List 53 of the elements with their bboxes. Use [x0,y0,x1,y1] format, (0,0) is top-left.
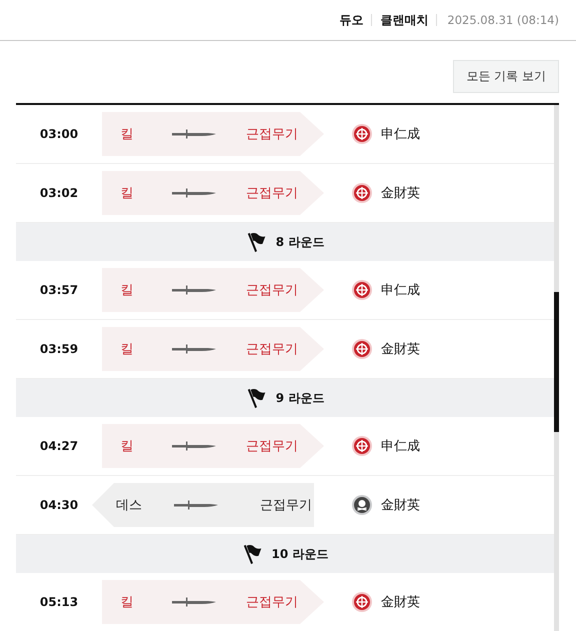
weapon-label: 근접무기 [246,594,298,611]
weapon-label: 근접무기 [246,185,298,202]
crosshair-icon [352,592,372,612]
round-label: 8 라운드 [276,234,324,250]
action-label: 킬 [120,282,134,299]
player-name: 金財英 [381,185,420,202]
event-time: 03:59 [38,342,80,356]
view-all-button[interactable]: 모든 기록 보기 [453,60,559,93]
player-name: 申仁成 [381,126,420,143]
event-time: 03:57 [38,283,80,297]
match-type-label: 클랜매치 [380,12,428,28]
weapon-label: 근접무기 [260,497,312,514]
action-label: 킬 [120,185,134,202]
player-name: 申仁成 [381,282,420,299]
action-label: 데스 [115,497,143,514]
crosshair-icon [352,339,372,359]
action-label: 킬 [120,126,134,143]
event-time: 04:30 [38,498,80,512]
round-label: 9 라운드 [276,390,324,406]
flag-icon [246,231,268,253]
flag-icon [242,543,264,565]
match-datetime: 2025.08.31 (08:14) [447,13,559,27]
event-time: 03:00 [38,127,80,141]
skull-icon [352,495,372,515]
player-name: 申仁成 [381,438,420,455]
player-name: 金財英 [381,497,420,514]
action-label: 킬 [120,341,134,358]
weapon-label: 근접무기 [246,341,298,358]
player-name: 金財英 [381,594,420,611]
scrollbar[interactable] [554,105,559,631]
event-time: 05:13 [38,595,80,609]
event-time: 03:02 [38,186,80,200]
weapon-label: 근접무기 [246,282,298,299]
crosshair-icon [352,280,372,300]
action-label: 킬 [120,438,134,455]
flag-icon [246,387,268,409]
weapon-label: 근접무기 [246,126,298,143]
player-name: 金財英 [381,341,420,358]
knife-icon [174,500,218,510]
crosshair-icon [352,124,372,144]
weapon-label: 근접무기 [246,438,298,455]
knife-icon [172,597,216,607]
crosshair-icon [352,436,372,456]
crosshair-icon [352,183,372,203]
event-time: 04:27 [38,439,80,453]
knife-icon [172,188,216,198]
knife-icon [172,285,216,295]
mode-label: 듀오 [339,12,364,28]
action-label: 킬 [120,594,134,611]
knife-icon [172,441,216,451]
knife-icon [172,344,216,354]
knife-icon [172,129,216,139]
round-label: 10 라운드 [272,546,328,562]
